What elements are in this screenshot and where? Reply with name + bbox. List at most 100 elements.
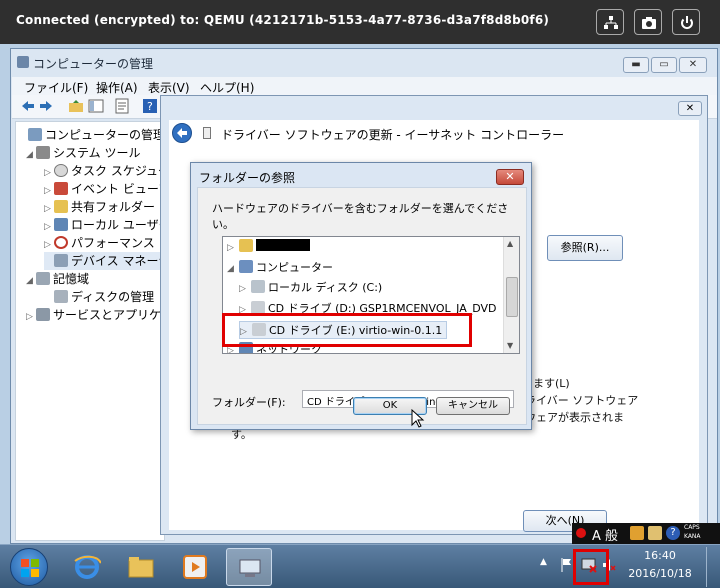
mouse-cursor-icon (411, 409, 425, 428)
help-icon[interactable]: ? (142, 98, 158, 114)
folder-icon (128, 557, 154, 578)
clock-date: 2016/10/18 (628, 567, 692, 580)
device-icon (203, 127, 211, 139)
menu-action[interactable]: 操作(A) (96, 79, 138, 96)
folder-field-label: フォルダー(F): (212, 396, 286, 409)
tree-item-performance[interactable]: ▷ パフォーマンス (44, 234, 155, 252)
performance-icon (54, 236, 68, 249)
hard-disk-icon (251, 280, 265, 293)
taskbar-explorer[interactable] (118, 548, 164, 586)
action-center-flag-icon[interactable] (560, 557, 574, 573)
wizard-back-button[interactable] (172, 123, 192, 143)
computer-icon (239, 260, 253, 273)
tree-item-task-scheduler[interactable]: ▷ タスク スケジュー (44, 162, 164, 180)
tree-item-device-manager[interactable]: デバイス マネージ (44, 252, 164, 270)
language-bar: A 般 ? CAPS KANA (572, 523, 720, 545)
wizard-text-line-2: ライバー ソフトウェア (525, 394, 639, 407)
dialog-title: フォルダーの参照 (199, 171, 296, 185)
windows-logo-icon (21, 559, 39, 577)
folder-tree-item-user[interactable]: ▷ (227, 239, 310, 257)
show-tree-icon[interactable] (88, 98, 104, 114)
dialog-prompt: ハードウェアのドライバーを含むフォルダーを選んでください。 (212, 202, 509, 231)
menu-help[interactable]: ヘルプ(H) (200, 79, 254, 96)
start-button[interactable] (10, 548, 48, 586)
scrollbar-thumb[interactable] (506, 277, 518, 317)
redacted-name (256, 239, 310, 251)
cancel-button[interactable]: キャンセル (436, 397, 510, 415)
tree-item-disk-management[interactable]: ディスクの管理 (44, 288, 154, 306)
show-hidden-icons-icon[interactable]: ▲ (540, 557, 547, 567)
camera-icon (642, 17, 656, 29)
internet-explorer-icon (74, 555, 101, 579)
tree-item-system-tools[interactable]: ◢ システム ツール (26, 144, 140, 162)
forward-arrow-icon[interactable] (38, 98, 54, 114)
folder-tree-scrollbar[interactable]: ▲ ▼ (503, 237, 519, 353)
browse-button[interactable]: 参照(R)... (547, 235, 623, 261)
menu-file[interactable]: ファイル(F) (24, 79, 88, 96)
computer-icon (28, 128, 42, 141)
network-button[interactable] (596, 9, 624, 35)
tree-item-shared-folders[interactable]: ▷ 共有フォルダー (44, 198, 155, 216)
taskbar-internet-explorer[interactable] (64, 548, 110, 586)
ime-tool-icon[interactable] (630, 526, 644, 540)
storage-icon (36, 272, 50, 285)
caps-indicator: CAPS (684, 524, 700, 531)
navigation-tree: コンピューターの管理 (ロ ◢システム ツール ▷タスク スケジュー ▷イベント… (15, 121, 165, 541)
svg-text:?: ? (147, 100, 153, 113)
network-icon (604, 16, 618, 29)
folder-tree-item-computer[interactable]: ◢ コンピューター (227, 259, 333, 277)
shared-folder-icon (54, 200, 68, 213)
console-title: Connected (encrypted) to: QEMU (4212171b… (16, 13, 550, 27)
menu-bar: ファイル(F) 操作(A) 表示(V) ヘルプ(H) (12, 77, 717, 95)
tray-highlight-box (573, 549, 609, 585)
show-desktop-button[interactable] (706, 547, 718, 587)
taskbar-computer-management[interactable] (226, 548, 272, 586)
services-icon (36, 308, 50, 321)
back-arrow-icon (177, 128, 187, 138)
taskbar-media-player[interactable] (172, 548, 218, 586)
wizard-close-button[interactable]: ✕ (678, 101, 702, 116)
scroll-down-icon[interactable]: ▼ (507, 341, 513, 350)
tree-item-services-apps[interactable]: ▷ サービスとアプリケー (26, 306, 164, 324)
dialog-close-button[interactable]: ✕ (496, 169, 524, 185)
selection-highlight-box (222, 313, 472, 347)
minimize-button[interactable]: ▬ (623, 57, 649, 73)
tree-item-event-viewer[interactable]: ▷ イベント ビューア (44, 180, 164, 198)
app-icon (17, 56, 29, 68)
scroll-up-icon[interactable]: ▲ (507, 239, 513, 248)
screenshot-button[interactable] (634, 9, 662, 35)
ime-icon[interactable] (576, 528, 586, 538)
event-viewer-icon (54, 182, 68, 195)
browse-folder-dialog: フォルダーの参照 ✕ ハードウェアのドライバーを含むフォルダーを選んでください。… (190, 162, 532, 430)
disk-icon (54, 290, 68, 303)
close-button[interactable]: ✕ (679, 57, 707, 73)
taskbar: ▲ 16:40 2016/10/18 (0, 544, 720, 588)
power-button[interactable] (672, 9, 700, 35)
tree-item-local-users[interactable]: ▷ ローカル ユーザー (44, 216, 164, 234)
console-topbar: Connected (encrypted) to: QEMU (4212171b… (0, 0, 720, 44)
dialog-body: ハードウェアのドライバーを含むフォルダーを選んでください。 ▷ ◢ コンピューター… (197, 187, 527, 425)
help-icon[interactable]: ? (666, 526, 680, 540)
folder-tree-item-local-disk-c[interactable]: ▷ ローカル ディスク (C:) (239, 279, 382, 297)
wizard-title: ドライバー ソフトウェアの更新 - イーサネット コントローラー (221, 128, 565, 142)
up-folder-icon[interactable] (68, 98, 84, 114)
maximize-button[interactable]: ▭ (651, 57, 677, 73)
tree-item-storage[interactable]: ◢ 記憶域 (26, 270, 89, 288)
input-mode[interactable]: A 般 (592, 525, 618, 544)
menu-view[interactable]: 表示(V) (148, 79, 190, 96)
tools-icon (36, 146, 50, 159)
window-title: コンピューターの管理 (33, 57, 154, 71)
ime-pad-icon[interactable] (648, 526, 662, 540)
wizard-text-line-1: ます(L) (533, 377, 570, 390)
device-manager-icon (239, 559, 261, 577)
device-manager-icon (54, 254, 68, 267)
wizard-text-line-3: ウェアが表示されま (525, 411, 624, 424)
properties-icon[interactable] (114, 98, 130, 114)
taskbar-clock[interactable]: 16:40 2016/10/18 (626, 547, 694, 583)
kana-indicator: KANA (684, 533, 701, 540)
back-arrow-icon[interactable] (20, 98, 36, 114)
clock-icon (54, 164, 68, 177)
tree-item-computer-management[interactable]: コンピューターの管理 (ロ (18, 126, 164, 144)
users-icon (54, 218, 68, 231)
media-player-icon (183, 555, 207, 579)
